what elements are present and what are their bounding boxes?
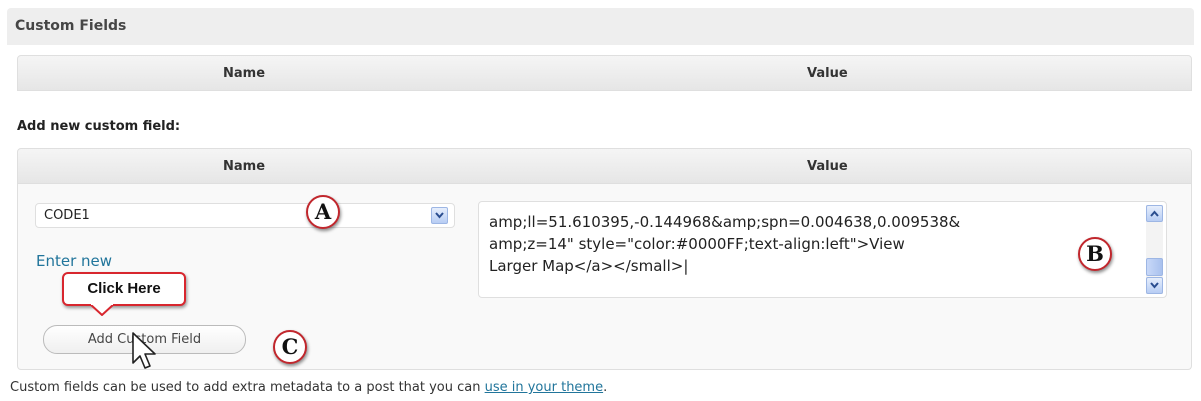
chevron-up-icon[interactable] <box>1146 205 1163 222</box>
click-here-callout: Click Here <box>62 272 186 316</box>
annotation-marker-b: B <box>1078 237 1112 271</box>
value-column-header: Value <box>807 66 848 81</box>
chevron-down-icon[interactable] <box>1146 277 1163 294</box>
new-field-header: Name Value <box>17 148 1192 184</box>
enter-new-link[interactable]: Enter new <box>36 252 112 270</box>
add-new-field-heading: Add new custom field: <box>17 119 181 134</box>
help-text-prefix: Custom fields can be used to add extra m… <box>10 380 485 395</box>
custom-field-key-select[interactable]: CODE1 <box>35 203 455 228</box>
value-text: amp;ll=51.610395,-0.144968&amp;spn=0.004… <box>489 213 961 275</box>
new-value-column-header: Value <box>807 159 848 174</box>
name-column-header: Name <box>223 66 266 81</box>
mouse-pointer-icon <box>132 332 156 369</box>
existing-fields-header: Name Value <box>17 55 1192 91</box>
annotation-marker-c: C <box>273 330 307 364</box>
chevron-down-icon[interactable] <box>431 207 448 224</box>
use-in-theme-link[interactable]: use in your theme <box>485 380 604 395</box>
custom-field-value-textarea[interactable]: amp;ll=51.610395,-0.144968&amp;spn=0.004… <box>478 201 1167 298</box>
custom-fields-panel: Custom Fields Name Value Add new custom … <box>7 8 1194 370</box>
selected-key: CODE1 <box>44 208 90 223</box>
new-name-column-header: Name <box>223 159 266 174</box>
custom-fields-help-text: Custom fields can be used to add extra m… <box>10 380 607 395</box>
callout-label: Click Here <box>62 272 186 306</box>
scroll-thumb[interactable] <box>1146 258 1163 276</box>
annotation-marker-a: A <box>306 195 340 229</box>
textarea-scrollbar[interactable] <box>1146 205 1163 294</box>
panel-title: Custom Fields <box>15 18 127 34</box>
new-field-form: CODE1 Enter new Add Custom Field amp;ll=… <box>17 184 1192 370</box>
help-text-suffix: . <box>603 380 608 395</box>
panel-header[interactable]: Custom Fields <box>7 8 1194 45</box>
callout-pointer-icon <box>88 304 116 316</box>
